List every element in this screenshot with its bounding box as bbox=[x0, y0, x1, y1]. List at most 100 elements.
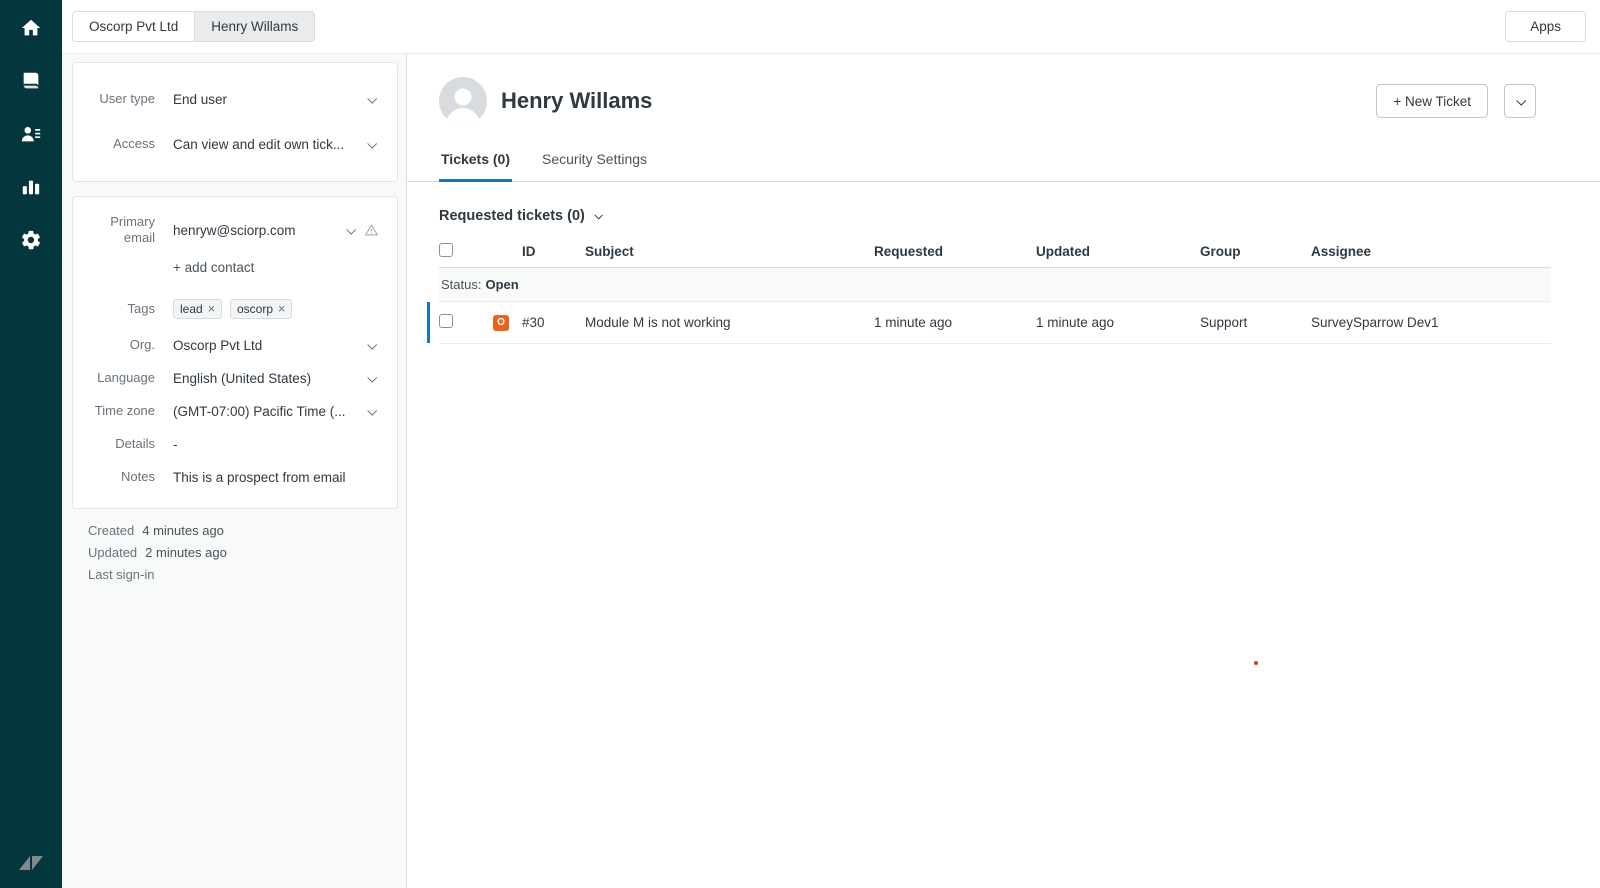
main-pane: Henry Willams + New Ticket Tickets (0) S… bbox=[407, 54, 1600, 888]
notes-label: Notes bbox=[89, 469, 155, 485]
page-title: Henry Willams bbox=[501, 88, 652, 114]
add-contact-link[interactable]: + add contact bbox=[173, 260, 254, 275]
header-id: ID bbox=[522, 244, 585, 259]
timezone-select[interactable]: (GMT-07:00) Pacific Time (... bbox=[173, 404, 381, 419]
ticket-group: Support bbox=[1200, 315, 1311, 330]
email-expand-chevron-icon[interactable] bbox=[346, 224, 356, 234]
chevron-down-icon bbox=[367, 139, 377, 149]
ticket-requested: 1 minute ago bbox=[874, 315, 1036, 330]
knowledge-icon[interactable] bbox=[17, 67, 45, 95]
requested-tickets-toggle[interactable]: Requested tickets (0) bbox=[439, 208, 1551, 224]
tab-tickets[interactable]: Tickets (0) bbox=[439, 143, 512, 182]
tab-oscorp-pvt-ltd[interactable]: Oscorp Pvt Ltd bbox=[73, 12, 194, 41]
timezone-value: (GMT-07:00) Pacific Time (... bbox=[173, 404, 346, 419]
tag-chip-lead[interactable]: lead × bbox=[173, 299, 222, 319]
access-label: Access bbox=[89, 136, 155, 152]
updated-value: 2 minutes ago bbox=[145, 545, 227, 560]
ticket-actions: + New Ticket bbox=[1376, 84, 1536, 118]
tags-value: lead × oscorp × bbox=[173, 299, 381, 319]
ticket-row[interactable]: O #30 Module M is not working 1 minute a… bbox=[439, 302, 1551, 344]
home-icon[interactable] bbox=[17, 14, 45, 42]
tag-chip-oscorp[interactable]: oscorp × bbox=[230, 299, 292, 319]
tag-label: lead bbox=[180, 302, 203, 316]
primary-email-value-row: henryw@sciorp.com bbox=[173, 223, 381, 238]
zendesk-logo[interactable] bbox=[17, 852, 45, 874]
created-label: Created bbox=[88, 523, 134, 538]
settings-icon[interactable] bbox=[17, 226, 45, 254]
tag-remove-icon[interactable]: × bbox=[208, 303, 215, 316]
requested-tickets-section: Requested tickets (0) ID Subject Request… bbox=[407, 182, 1600, 344]
chevron-down-icon bbox=[367, 94, 377, 104]
email-warning-icon bbox=[364, 223, 379, 237]
last-signin-row: Last sign-in bbox=[88, 567, 398, 582]
ticket-id: #30 bbox=[522, 315, 585, 330]
notes-value[interactable]: This is a prospect from email bbox=[173, 470, 381, 485]
header-group: Group bbox=[1200, 244, 1311, 259]
profile-tabs: Tickets (0) Security Settings bbox=[407, 143, 1600, 182]
topbar: Oscorp Pvt Ltd Henry Willams Apps bbox=[62, 0, 1600, 54]
user-type-label: User type bbox=[89, 91, 155, 107]
updated-row: Updated 2 minutes ago bbox=[88, 545, 398, 560]
access-value: Can view and edit own tick... bbox=[173, 137, 344, 152]
tab-label: Oscorp Pvt Ltd bbox=[89, 19, 178, 34]
cursor-dot bbox=[1254, 661, 1258, 665]
table-header-row: ID Subject Requested Updated Group Assig… bbox=[439, 236, 1551, 268]
header-requested: Requested bbox=[874, 244, 1036, 259]
header-assignee: Assignee bbox=[1311, 244, 1551, 259]
tab-label: Henry Willams bbox=[211, 19, 298, 34]
user-header: Henry Willams + New Ticket bbox=[407, 54, 1600, 125]
product-nav bbox=[0, 0, 62, 888]
primary-email-value: henryw@sciorp.com bbox=[173, 223, 296, 238]
tab-label: Security Settings bbox=[542, 151, 647, 167]
workspace-tabs: Oscorp Pvt Ltd Henry Willams bbox=[72, 11, 315, 42]
tag-remove-icon[interactable]: × bbox=[278, 303, 285, 316]
ticket-updated: 1 minute ago bbox=[1036, 315, 1200, 330]
last-signin-label: Last sign-in bbox=[88, 567, 154, 582]
updated-label: Updated bbox=[88, 545, 137, 560]
reports-icon[interactable] bbox=[17, 173, 45, 201]
contacts-icon[interactable] bbox=[17, 120, 45, 148]
app-root: Oscorp Pvt Ltd Henry Willams Apps User t… bbox=[0, 0, 1600, 888]
tab-henry-willams[interactable]: Henry Willams bbox=[194, 12, 314, 41]
org-label: Org. bbox=[89, 337, 155, 353]
new-ticket-button[interactable]: + New Ticket bbox=[1376, 84, 1488, 118]
open-status-icon: O bbox=[493, 315, 509, 331]
chevron-down-icon bbox=[594, 211, 602, 219]
chevron-down-icon bbox=[367, 340, 377, 350]
language-select[interactable]: English (United States) bbox=[173, 371, 381, 386]
role-access-card: User type End user Access Can view and e… bbox=[72, 62, 398, 182]
tab-security-settings[interactable]: Security Settings bbox=[540, 143, 649, 182]
primary-email-label: Primary email bbox=[89, 214, 155, 247]
tickets-table: ID Subject Requested Updated Group Assig… bbox=[439, 236, 1551, 344]
language-label: Language bbox=[89, 370, 155, 386]
header-subject: Subject bbox=[585, 244, 874, 259]
timezone-label: Time zone bbox=[89, 403, 155, 419]
access-select[interactable]: Can view and edit own tick... bbox=[173, 137, 381, 152]
created-row: Created 4 minutes ago bbox=[88, 523, 398, 538]
contact-details-card: Primary email henryw@sciorp.com + add co… bbox=[72, 196, 398, 509]
row-checkbox[interactable] bbox=[439, 314, 453, 328]
details-value[interactable]: - bbox=[173, 437, 381, 452]
header-updated: Updated bbox=[1036, 244, 1200, 259]
status-group-value: Open bbox=[485, 277, 518, 292]
ticket-assignee: SurveySparrow Dev1 bbox=[1311, 315, 1551, 330]
apps-button[interactable]: Apps bbox=[1505, 11, 1586, 42]
tag-label: oscorp bbox=[237, 302, 273, 316]
select-all-checkbox[interactable] bbox=[439, 243, 453, 257]
org-value: Oscorp Pvt Ltd bbox=[173, 338, 262, 353]
language-value: English (United States) bbox=[173, 371, 311, 386]
section-title: Requested tickets (0) bbox=[439, 208, 585, 224]
status-group-label: Status: bbox=[441, 277, 481, 292]
new-ticket-dropdown-button[interactable] bbox=[1504, 84, 1536, 118]
user-sidebar: User type End user Access Can view and e… bbox=[62, 54, 407, 888]
chevron-down-icon bbox=[1516, 95, 1526, 105]
ticket-subject-link[interactable]: Module M is not working bbox=[585, 315, 874, 330]
chevron-down-icon bbox=[367, 373, 377, 383]
chevron-down-icon bbox=[367, 406, 377, 416]
tab-label: Tickets (0) bbox=[441, 151, 510, 167]
user-type-select[interactable]: End user bbox=[173, 92, 381, 107]
org-select[interactable]: Oscorp Pvt Ltd bbox=[173, 338, 381, 353]
tags-label: Tags bbox=[89, 301, 155, 317]
avatar bbox=[439, 77, 487, 125]
record-meta: Created 4 minutes ago Updated 2 minutes … bbox=[72, 523, 398, 582]
